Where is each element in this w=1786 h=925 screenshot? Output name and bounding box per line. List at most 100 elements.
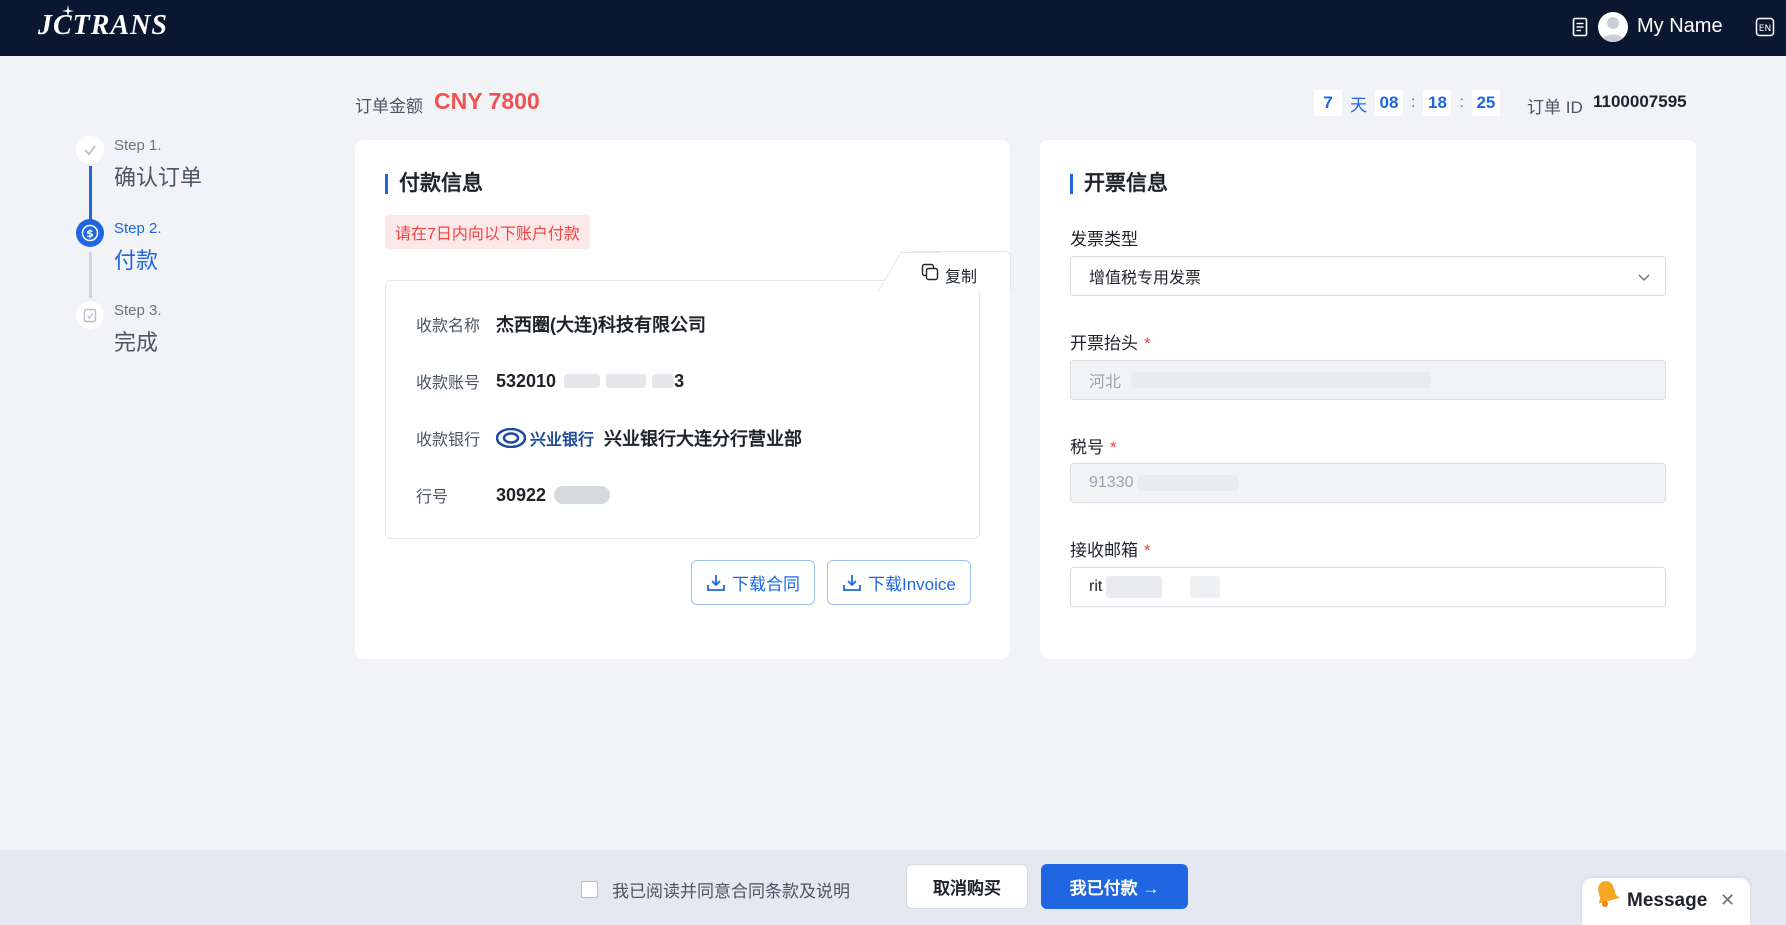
account-label: 收款账号 xyxy=(416,375,481,392)
redaction-mask xyxy=(1106,576,1163,598)
copy-icon xyxy=(921,263,939,281)
account-info-box: 复制 收款名称 杰西圈(大连)科技有限公司 收款账号 532010 3 收款银行… xyxy=(385,251,1011,539)
agree-terms-label: 我已阅读并同意合同条款及说明 xyxy=(612,882,850,901)
download-invoice-label: 下载Invoice xyxy=(868,575,956,594)
svg-text:$: $ xyxy=(86,227,94,240)
countdown-days: 7 xyxy=(1314,90,1342,116)
copy-label: 复制 xyxy=(945,269,978,286)
invoice-header-field[interactable]: 河北 xyxy=(1070,360,1666,400)
message-label: Message xyxy=(1627,890,1708,911)
countdown-hours: 08 xyxy=(1375,90,1403,116)
clipboard-check-icon xyxy=(76,301,104,329)
cancel-purchase-button[interactable]: 取消购买 xyxy=(906,864,1028,909)
step-payment: $ Step 2. 付款 xyxy=(74,219,314,279)
step-complete: Step 3. 完成 xyxy=(74,301,314,361)
tax-number-label: 税号 * xyxy=(1070,433,1117,458)
invoice-header-value: 河北 xyxy=(1089,374,1122,391)
redaction-mask xyxy=(554,486,611,504)
step-title: 确认订单 xyxy=(114,165,203,190)
step-number: Step 1. xyxy=(114,137,162,154)
countdown-separator: : xyxy=(1411,94,1416,111)
check-icon xyxy=(76,136,104,164)
progress-steps: Step 1. 确认订单 $ Step 2. 付款 Step 3. 完成 xyxy=(74,136,314,356)
svg-text:EN: EN xyxy=(1759,24,1771,34)
top-bar: JCTRANS My Name EN xyxy=(0,0,1786,56)
document-icon[interactable] xyxy=(1572,17,1588,37)
invoice-header-label-text: 开票抬头 xyxy=(1070,334,1138,353)
industrial-bank-logo: 兴业银行 xyxy=(496,426,594,450)
bank-value: 兴业银行大连分行营业部 xyxy=(604,429,803,449)
payment-info-card: 付款信息 请在7日内向以下账户付款 复制 收款名称 杰西圈(大连)科技有限公司 … xyxy=(355,140,1011,659)
countdown-separator: : xyxy=(1459,94,1464,111)
logo-star-icon xyxy=(62,5,74,17)
download-icon xyxy=(843,574,861,591)
chevron-down-icon xyxy=(1638,274,1650,281)
payee-row: 收款名称 杰西圈(大连)科技有限公司 xyxy=(416,309,706,339)
copy-button[interactable]: 复制 xyxy=(877,251,1011,292)
download-icon xyxy=(707,574,725,591)
card-title: 开票信息 xyxy=(1070,173,1168,194)
bank-number-label: 行号 xyxy=(416,489,449,506)
bank-logo-text: 兴业银行 xyxy=(530,432,595,449)
order-id: 1100007595 xyxy=(1593,92,1687,111)
close-icon[interactable]: ✕ xyxy=(1720,890,1735,911)
email-label-text: 接收邮箱 xyxy=(1070,541,1138,560)
payment-deadline-notice: 请在7日内向以下账户付款 xyxy=(385,215,590,249)
required-mark: * xyxy=(1144,541,1151,560)
payee-label: 收款名称 xyxy=(416,318,481,335)
avatar[interactable] xyxy=(1598,12,1628,42)
invoice-type-value: 增值税专用发票 xyxy=(1089,270,1202,287)
agree-terms-checkbox[interactable]: 我已阅读并同意合同条款及说明 xyxy=(581,877,850,902)
redaction-mask xyxy=(606,374,647,388)
tax-number-label-text: 税号 xyxy=(1070,438,1104,457)
invoice-info-card: 开票信息 发票类型 增值税专用发票 开票抬头 * 河北 税号 * 91330 接收邮… xyxy=(1040,140,1696,659)
email-field[interactable]: rit xyxy=(1070,567,1666,607)
bank-number-row: 行号 30922 xyxy=(416,480,611,510)
step-number: Step 2. xyxy=(114,220,162,237)
username[interactable]: My Name xyxy=(1637,15,1767,38)
download-contract-label: 下载合同 xyxy=(732,575,800,594)
download-invoice-button[interactable]: 下载Invoice xyxy=(827,560,971,605)
bell-icon xyxy=(1598,881,1620,907)
step-title: 完成 xyxy=(114,330,159,355)
order-id-label: 订单 ID xyxy=(1527,98,1583,117)
redaction-mask xyxy=(1131,372,1432,388)
countdown-day-unit: 天 xyxy=(1350,95,1367,115)
order-amount: CNY 7800 xyxy=(434,88,540,114)
step-number: Step 3. xyxy=(114,302,162,319)
account-row: 收款账号 532010 3 xyxy=(416,366,684,396)
language-switch-icon[interactable]: EN xyxy=(1755,17,1775,37)
checkbox[interactable] xyxy=(581,881,598,898)
account-value-prefix: 532010 xyxy=(496,370,557,391)
account-value-suffix: 3 xyxy=(674,370,685,391)
redaction-mask xyxy=(1137,475,1238,491)
bank-row: 收款银行 兴业银行 兴业银行大连分行营业部 xyxy=(416,423,802,453)
redaction-mask xyxy=(564,374,601,388)
tax-number-value: 91330 xyxy=(1089,474,1134,491)
jctrans-logo[interactable]: JCTRANS xyxy=(38,10,168,42)
redaction-mask xyxy=(652,374,675,388)
countdown-seconds: 25 xyxy=(1471,90,1500,116)
redaction-mask xyxy=(1190,576,1221,598)
card-title: 付款信息 xyxy=(385,173,483,194)
email-value: rit xyxy=(1089,578,1103,595)
download-contract-button[interactable]: 下载合同 xyxy=(691,560,815,605)
email-label: 接收邮箱 * xyxy=(1070,536,1151,561)
invoice-type-label: 发票类型 xyxy=(1070,230,1138,249)
countdown-timer: 7 天 08 : 18 : 25 xyxy=(1314,90,1500,116)
paid-button[interactable]: 我已付款 → xyxy=(1041,864,1188,909)
bank-emblem-icon xyxy=(496,428,526,448)
countdown-minutes: 18 xyxy=(1423,90,1452,116)
tax-number-field[interactable]: 91330 xyxy=(1070,463,1666,503)
message-widget[interactable]: Message ✕ xyxy=(1582,878,1750,925)
step-confirm-order: Step 1. 确认订单 xyxy=(74,136,314,196)
footer-action-bar: 我已阅读并同意合同条款及说明 取消购买 我已付款 → Message ✕ xyxy=(0,850,1786,925)
step-title: 付款 xyxy=(114,248,159,273)
payee-value: 杰西圈(大连)科技有限公司 xyxy=(496,315,706,335)
dollar-icon: $ xyxy=(76,219,104,247)
bank-number-value: 30922 xyxy=(496,484,547,505)
bank-label: 收款银行 xyxy=(416,432,481,449)
required-mark: * xyxy=(1110,438,1117,457)
required-mark: * xyxy=(1144,334,1151,353)
invoice-type-select[interactable]: 增值税专用发票 xyxy=(1070,256,1666,296)
